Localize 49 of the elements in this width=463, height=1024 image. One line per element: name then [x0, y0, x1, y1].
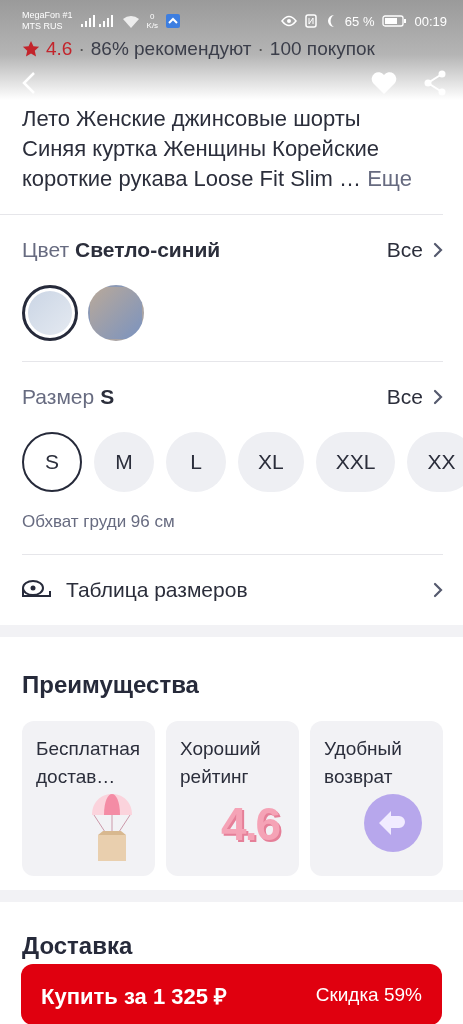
product-title: Лето Женские джинсовые шорты Синяя куртка Женщины Корейские короткие рукава Loose Fit Slim … Еще — [0, 100, 443, 215]
eye-icon — [280, 15, 297, 27]
color-swatch[interactable] — [22, 285, 78, 341]
rating-figure: 4.6 — [221, 797, 279, 851]
color-label: Цвет — [22, 238, 70, 262]
heart-icon[interactable] — [371, 71, 397, 95]
network-speed: 0 — [150, 12, 155, 21]
recommend-text: 86% рекомендуют — [90, 38, 252, 60]
share-icon[interactable] — [423, 70, 447, 96]
separator-dot: · — [257, 38, 264, 60]
size-option[interactable]: M — [94, 432, 154, 492]
advantages-title: Преимущества — [21, 670, 200, 700]
delivery-title: Доставка — [21, 931, 134, 961]
size-label: Размер — [22, 385, 95, 409]
nfc-icon — [304, 14, 317, 28]
size-option[interactable]: S — [22, 432, 82, 492]
more-link[interactable]: Еще — [367, 166, 412, 191]
separator-dot: · — [78, 38, 85, 60]
all-sizes-link[interactable]: Все — [386, 385, 423, 409]
size-table-link[interactable]: Таблица размеров — [66, 578, 248, 602]
chevron-right-icon — [433, 242, 443, 258]
chevron-right-icon — [433, 582, 443, 598]
advantage-text: Бесплатная достав… — [36, 737, 142, 789]
chest-size-note: Обхват груди 96 см — [22, 492, 443, 555]
all-colors-link[interactable]: Все — [386, 238, 423, 262]
size-option[interactable]: XX — [407, 432, 463, 492]
rating-score: 4.6 — [46, 38, 73, 60]
signal-icon — [80, 14, 115, 28]
wifi-icon — [122, 14, 139, 28]
app-notification-icon — [166, 14, 181, 28]
parachute-box-icon — [89, 793, 135, 863]
size-option[interactable]: XXL — [315, 432, 396, 492]
purchases-text: 100 покупок — [269, 38, 375, 60]
size-value: S — [100, 385, 115, 409]
carrier-name: MegaFon #1 — [22, 10, 73, 21]
buy-button[interactable]: Купить за 1 325 ₽ Скидка 59% — [21, 964, 442, 1024]
advantage-text: Хороший рейтинг — [180, 737, 262, 789]
size-option[interactable]: XL — [238, 432, 304, 492]
battery-icon — [382, 15, 407, 27]
carrier-name: MTS RUS — [22, 21, 64, 32]
size-option[interactable]: L — [166, 432, 226, 492]
star-icon — [22, 40, 40, 58]
color-swatch[interactable] — [88, 285, 144, 341]
network-speed-unit: K/s — [146, 21, 159, 30]
battery-percent: 65 % — [344, 13, 375, 29]
chevron-right-icon — [433, 389, 443, 405]
clock: 00:19 — [414, 13, 447, 29]
advantage-text: Удобный возврат — [324, 737, 403, 789]
color-value: Светло-синий — [75, 238, 221, 262]
